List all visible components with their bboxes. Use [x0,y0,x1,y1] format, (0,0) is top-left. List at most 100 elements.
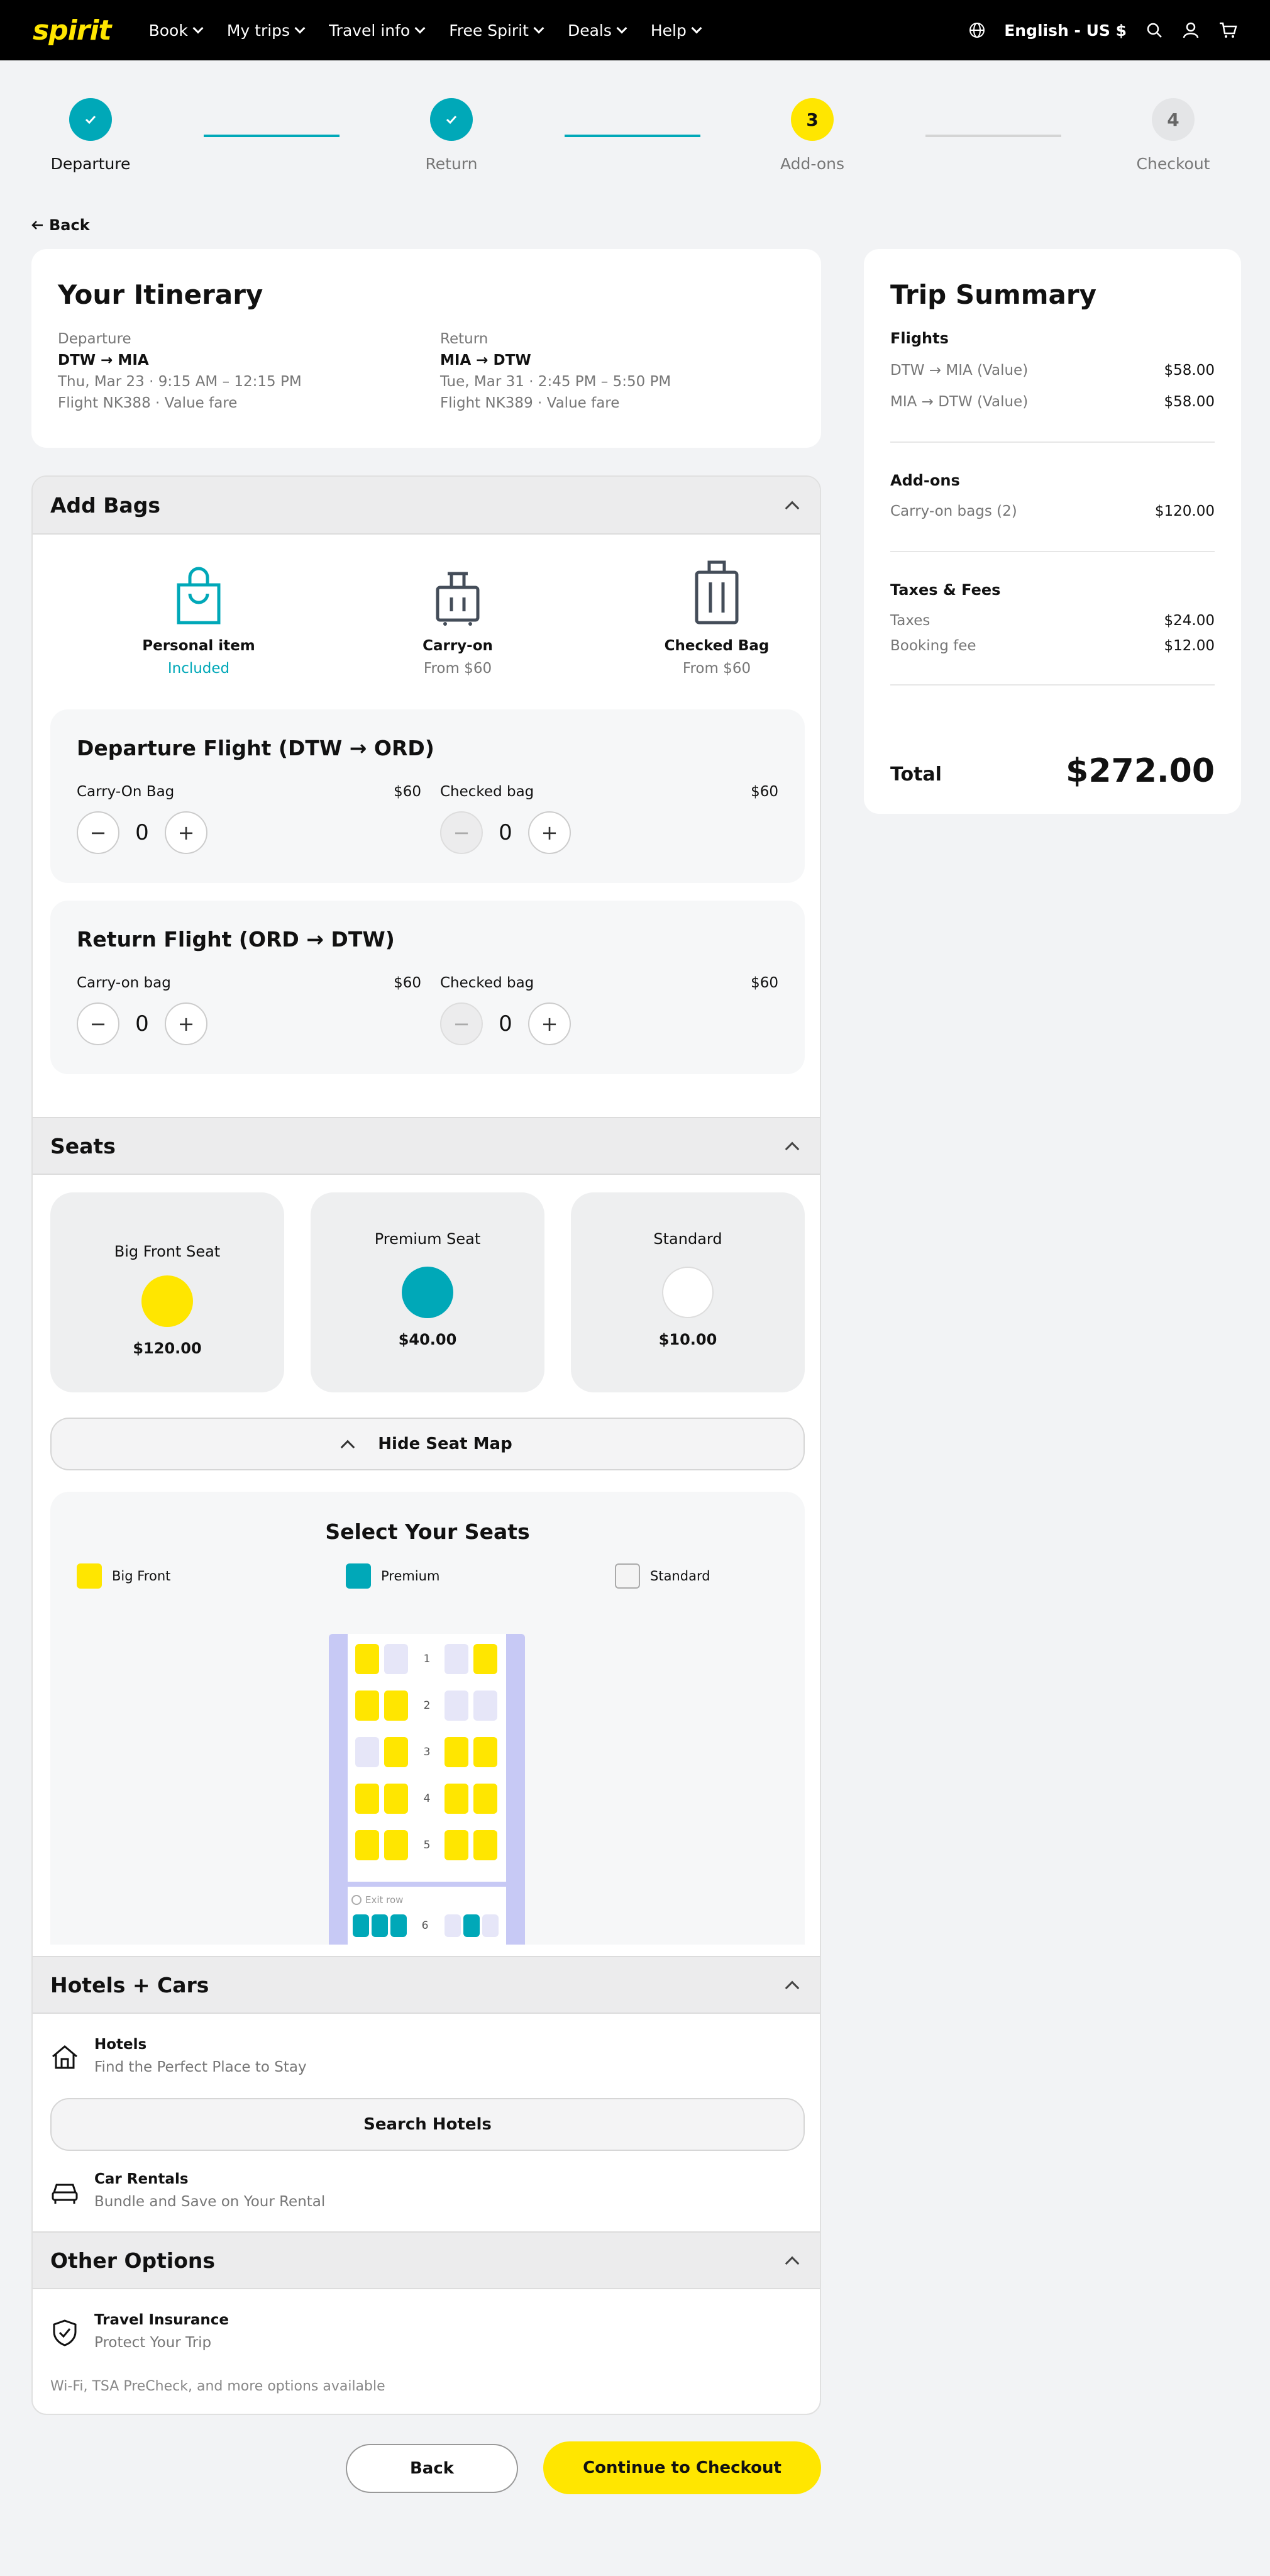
decrement-button[interactable]: − [77,811,119,854]
trip-summary-title: Trip Summary [890,279,1096,310]
globe-icon[interactable] [969,22,985,38]
seat[interactable] [384,1690,408,1721]
seat[interactable] [444,1737,468,1767]
bagtype-name: Carry-on [422,638,493,654]
language-selector[interactable]: English - US $ [1004,21,1127,40]
step-return[interactable]: Return [389,98,514,173]
seat[interactable] [355,1644,379,1674]
seat[interactable] [482,1914,499,1937]
increment-button[interactable]: + [528,1002,571,1045]
seat-option-big-front[interactable]: Big Front Seat $120.00 [50,1192,284,1392]
nav-book[interactable]: Book [149,21,204,40]
bags-section-header[interactable]: Add Bags [33,477,820,535]
hotels-cars-section-header[interactable]: Hotels + Cars [33,1956,820,2014]
seat[interactable] [390,1914,407,1937]
nav-label: My trips [226,21,290,40]
nav-my-trips[interactable]: My trips [226,21,306,40]
seat[interactable] [355,1737,379,1767]
increment-button[interactable]: + [528,811,571,854]
seat[interactable] [444,1830,468,1860]
summary-line-label: DTW → MIA (Value) [890,362,1029,379]
nav-help[interactable]: Help [651,21,702,40]
chevron-down-icon [294,23,306,34]
departure-checked-row: Checked bag $60 − 0 + [440,784,778,854]
seat[interactable] [473,1784,497,1814]
search-hotels-button[interactable]: Search Hotels [50,2098,805,2151]
summary-line-label: Booking fee [890,638,976,654]
departure-bags-box: Departure Flight (DTW → ORD) Carry-On Ba… [50,709,805,883]
seat[interactable] [353,1914,369,1937]
seat[interactable] [473,1644,497,1674]
nav-travel-info[interactable]: Travel info [329,21,426,40]
hotels-subtitle: Find the Perfect Place to Stay [94,2059,307,2075]
search-icon[interactable] [1146,21,1163,39]
row-number: 4 [423,1792,431,1805]
return-bags-box: Return Flight (ORD → DTW) Carry-on bag $… [50,901,805,1074]
minus-icon: − [453,821,470,845]
seat[interactable] [384,1784,408,1814]
plus-icon: + [177,1012,195,1036]
user-icon[interactable] [1182,21,1200,39]
seat[interactable] [473,1690,497,1721]
summary-line-value: $58.00 [1164,362,1215,379]
nav-label: Free Spirit [449,21,529,40]
step-add-ons[interactable]: 3 Add-ons [749,98,875,173]
step-departure[interactable]: Departure [28,98,153,173]
summary-line: Carry-on bags (2) $120.00 [890,503,1215,519]
travel-insurance-subtitle: Protect Your Trip [94,2334,212,2351]
seat[interactable] [372,1914,388,1937]
seat-option-standard[interactable]: Standard $10.00 [571,1192,805,1392]
seat[interactable] [384,1830,408,1860]
step-checkout[interactable]: 4 Checkout [1110,98,1236,173]
summary-line-label: Carry-on bags (2) [890,503,1017,519]
spirit-logo[interactable]: spirit [33,14,112,47]
nav-free-spirit[interactable]: Free Spirit [449,21,544,40]
seat[interactable] [444,1690,468,1721]
continue-to-checkout-button[interactable]: Continue to Checkout [543,2441,821,2494]
departure-heading: Departure [58,331,131,347]
exit-row-label: Exit row [351,1894,403,1906]
cart-icon[interactable] [1218,21,1237,39]
step-connector [925,135,1061,137]
increment-button[interactable]: + [165,1002,207,1045]
increment-button[interactable]: + [165,811,207,854]
hide-seat-map-button[interactable]: Hide Seat Map [50,1418,805,1470]
plus-icon: + [541,821,558,845]
seat[interactable] [473,1830,497,1860]
hotels-option[interactable]: Hotels Find the Perfect Place to Stay [50,2036,307,2075]
other-options-section-header[interactable]: Other Options [33,2231,820,2289]
back-button[interactable]: Back [346,2444,518,2493]
seat[interactable] [444,1644,468,1674]
summary-flights-heading: Flights [890,330,949,347]
seat[interactable] [355,1830,379,1860]
seats-section-header[interactable]: Seats [33,1117,820,1175]
nav-utilities: English - US $ [969,21,1237,40]
seat[interactable] [355,1690,379,1721]
bagtype-carry-on: Carry-on From $60 [376,566,539,677]
car-rentals-option[interactable]: Car Rentals Bundle and Save on Your Rent… [50,2171,325,2210]
seat[interactable] [355,1784,379,1814]
summary-total-value: $272.00 [1066,752,1215,790]
row-number: 2 [423,1699,431,1712]
seat[interactable] [384,1644,408,1674]
legend-swatch [346,1563,371,1589]
seat[interactable] [444,1914,461,1937]
seat-option-title: Standard [653,1230,722,1248]
bagtype-sub: Included [167,660,230,677]
seat[interactable] [384,1737,408,1767]
departure-time: Thu, Mar 23 · 9:15 AM – 12:15 PM [58,374,302,390]
travel-insurance-option[interactable]: Travel Insurance Protect Your Trip [50,2312,229,2351]
back-link[interactable]: Back [31,216,90,234]
seat-option-premium[interactable]: Premium Seat $40.00 [311,1192,544,1392]
seat[interactable] [473,1737,497,1767]
seat[interactable] [463,1914,480,1937]
nav-deals[interactable]: Deals [568,21,627,40]
seat[interactable] [444,1784,468,1814]
bag-label: Carry-on bag [77,975,171,991]
decrement-button[interactable]: − [77,1002,119,1045]
decrement-button[interactable]: − [440,1002,483,1045]
decrement-button[interactable]: − [440,811,483,854]
search-hotels-label: Search Hotels [363,2115,492,2134]
bag-label: Checked bag [440,975,534,991]
check-icon [430,98,473,141]
